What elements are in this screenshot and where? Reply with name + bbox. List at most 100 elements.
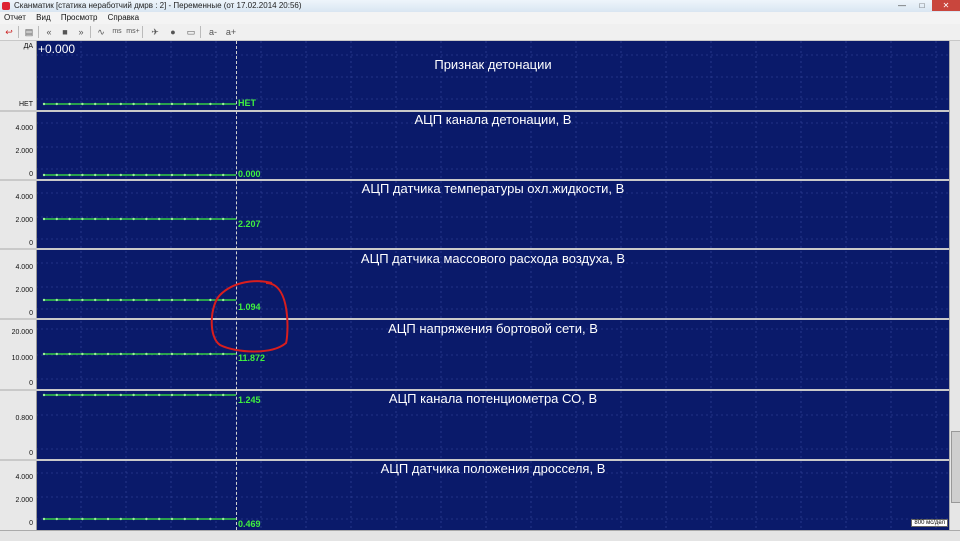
trace-sample-point bbox=[106, 352, 110, 356]
tick-label: 0 bbox=[29, 171, 33, 178]
trace-sample-point bbox=[68, 298, 71, 302]
trace-sample-point bbox=[196, 173, 199, 177]
record-icon[interactable]: ● bbox=[166, 26, 180, 38]
trace-sample-point bbox=[42, 173, 46, 177]
panel-value-throttle: 0.469 bbox=[238, 519, 261, 529]
menu-item-browse[interactable]: Просмотр bbox=[57, 12, 102, 24]
trace-sample-point bbox=[68, 102, 71, 106]
close-icon[interactable]: ✕ bbox=[932, 0, 960, 11]
toolbar-separator bbox=[38, 26, 39, 38]
maximize-icon[interactable]: □ bbox=[912, 0, 932, 11]
trace-sample-point bbox=[94, 298, 97, 302]
panel-value-coolant-temp: 2.207 bbox=[238, 219, 261, 229]
trace-sample-point bbox=[183, 352, 186, 356]
trace-sample-point bbox=[106, 173, 110, 177]
trace-sample-point bbox=[81, 173, 84, 177]
trace-sample-point bbox=[170, 352, 174, 356]
trace-sample-point bbox=[209, 217, 212, 221]
rewind-icon[interactable]: « bbox=[42, 26, 56, 38]
trace-sample-point bbox=[81, 352, 84, 356]
stop-icon[interactable]: ■ bbox=[58, 26, 72, 38]
trace-sample-point bbox=[81, 517, 84, 521]
tick-label: 10.000 bbox=[11, 355, 33, 362]
menu-item-report[interactable]: Отчет bbox=[0, 12, 30, 24]
tick-label: 0.800 bbox=[15, 415, 33, 422]
menu-item-view[interactable]: Вид bbox=[32, 12, 54, 24]
trace-sample-point bbox=[55, 102, 58, 106]
menu-bar: Отчет Вид Просмотр Справка bbox=[0, 12, 960, 24]
panel-title-battery: АЦП напряжения бортовой сети, В bbox=[388, 321, 598, 336]
trace-sample-point bbox=[170, 298, 174, 302]
trace-sample-point bbox=[196, 102, 199, 106]
tick-label: 2.000 bbox=[15, 497, 33, 504]
panel-title-knock-flag: Признак детонации bbox=[434, 57, 552, 72]
trace-sample-point bbox=[42, 352, 46, 356]
minimize-icon[interactable]: — bbox=[892, 0, 912, 11]
ms-icon[interactable]: ms bbox=[110, 26, 124, 38]
tick-label: 4.000 bbox=[15, 474, 33, 481]
trace-sample-point bbox=[68, 352, 71, 356]
a-minus-icon[interactable]: a- bbox=[206, 26, 220, 38]
wave-icon[interactable]: ∿ bbox=[94, 26, 108, 38]
trace-sample-point bbox=[145, 173, 148, 177]
trace-sample-point bbox=[119, 217, 123, 221]
forward-icon[interactable]: » bbox=[74, 26, 88, 38]
trace-sample-point bbox=[81, 217, 84, 221]
trace-sample-point bbox=[145, 102, 148, 106]
trace-sample-point bbox=[132, 217, 135, 221]
tick-label: НЕТ bbox=[19, 101, 33, 108]
trace-sample-point bbox=[183, 517, 186, 521]
tick-label: 4.000 bbox=[15, 194, 33, 201]
vertical-scrollbar[interactable] bbox=[949, 41, 960, 530]
scrollbar-thumb[interactable] bbox=[951, 431, 960, 503]
trace-sample-point bbox=[222, 102, 225, 106]
trace-sample-point bbox=[94, 173, 97, 177]
ms-plus-icon[interactable]: ms+ bbox=[126, 26, 140, 38]
trace-sample-point bbox=[94, 352, 97, 356]
trace-sample-point bbox=[94, 102, 97, 106]
toolbar-separator bbox=[18, 26, 19, 38]
tick-label: 0 bbox=[29, 450, 33, 457]
red-circle-annotation bbox=[210, 280, 289, 353]
trace-sample-point bbox=[145, 352, 148, 356]
plane-icon[interactable]: ✈ bbox=[148, 26, 162, 38]
trace-sample-point bbox=[145, 298, 148, 302]
arrow-back-icon[interactable]: ↩ bbox=[2, 26, 16, 38]
clipboard-icon[interactable]: ▤ bbox=[22, 26, 36, 38]
chart-area[interactable]: ДА НЕТ Признак детонации НЕТ 4.000 2.000… bbox=[0, 41, 960, 530]
tick-label: 0 bbox=[29, 380, 33, 387]
toolbar-separator bbox=[90, 26, 91, 38]
panel-title-throttle: АЦП датчика положения дросселя, В bbox=[380, 461, 606, 476]
trace-sample-point bbox=[106, 517, 110, 521]
trace-sample-point bbox=[145, 217, 148, 221]
window-title: Сканматик [статика неработчий дмрв : 2] … bbox=[14, 1, 302, 10]
trace-sample-point bbox=[106, 298, 110, 302]
trace-sample-point bbox=[132, 298, 135, 302]
trace-sample-point bbox=[158, 298, 161, 302]
status-bar bbox=[0, 530, 960, 541]
trace-sample-point bbox=[183, 173, 186, 177]
trace-sample-point bbox=[196, 298, 199, 302]
trace-sample-point bbox=[55, 352, 58, 356]
menu-item-help[interactable]: Справка bbox=[104, 12, 143, 24]
trace-sample-point bbox=[68, 173, 71, 177]
trace-sample-point bbox=[42, 102, 46, 106]
trace-sample-point bbox=[55, 298, 58, 302]
panel-value-co-pot: 1.245 bbox=[238, 395, 261, 405]
trace-sample-point bbox=[119, 173, 123, 177]
trace-sample-point bbox=[55, 173, 58, 177]
a-plus-icon[interactable]: a+ bbox=[224, 26, 238, 38]
trace-sample-point bbox=[170, 102, 174, 106]
trace-sample-point bbox=[158, 352, 161, 356]
trace-sample-point bbox=[132, 173, 135, 177]
tick-label: 0 bbox=[29, 310, 33, 317]
trace-sample-point bbox=[68, 217, 71, 221]
trace-sample-point bbox=[196, 352, 199, 356]
trace-sample-point bbox=[170, 217, 174, 221]
panel-value-knock-flag: НЕТ bbox=[238, 98, 256, 108]
tick-label: 0 bbox=[29, 520, 33, 527]
trace-sample-point bbox=[81, 102, 84, 106]
bar-icon[interactable]: ▭ bbox=[184, 26, 198, 38]
cursor-readout: +0.000 bbox=[38, 42, 76, 56]
app-icon bbox=[2, 2, 10, 10]
